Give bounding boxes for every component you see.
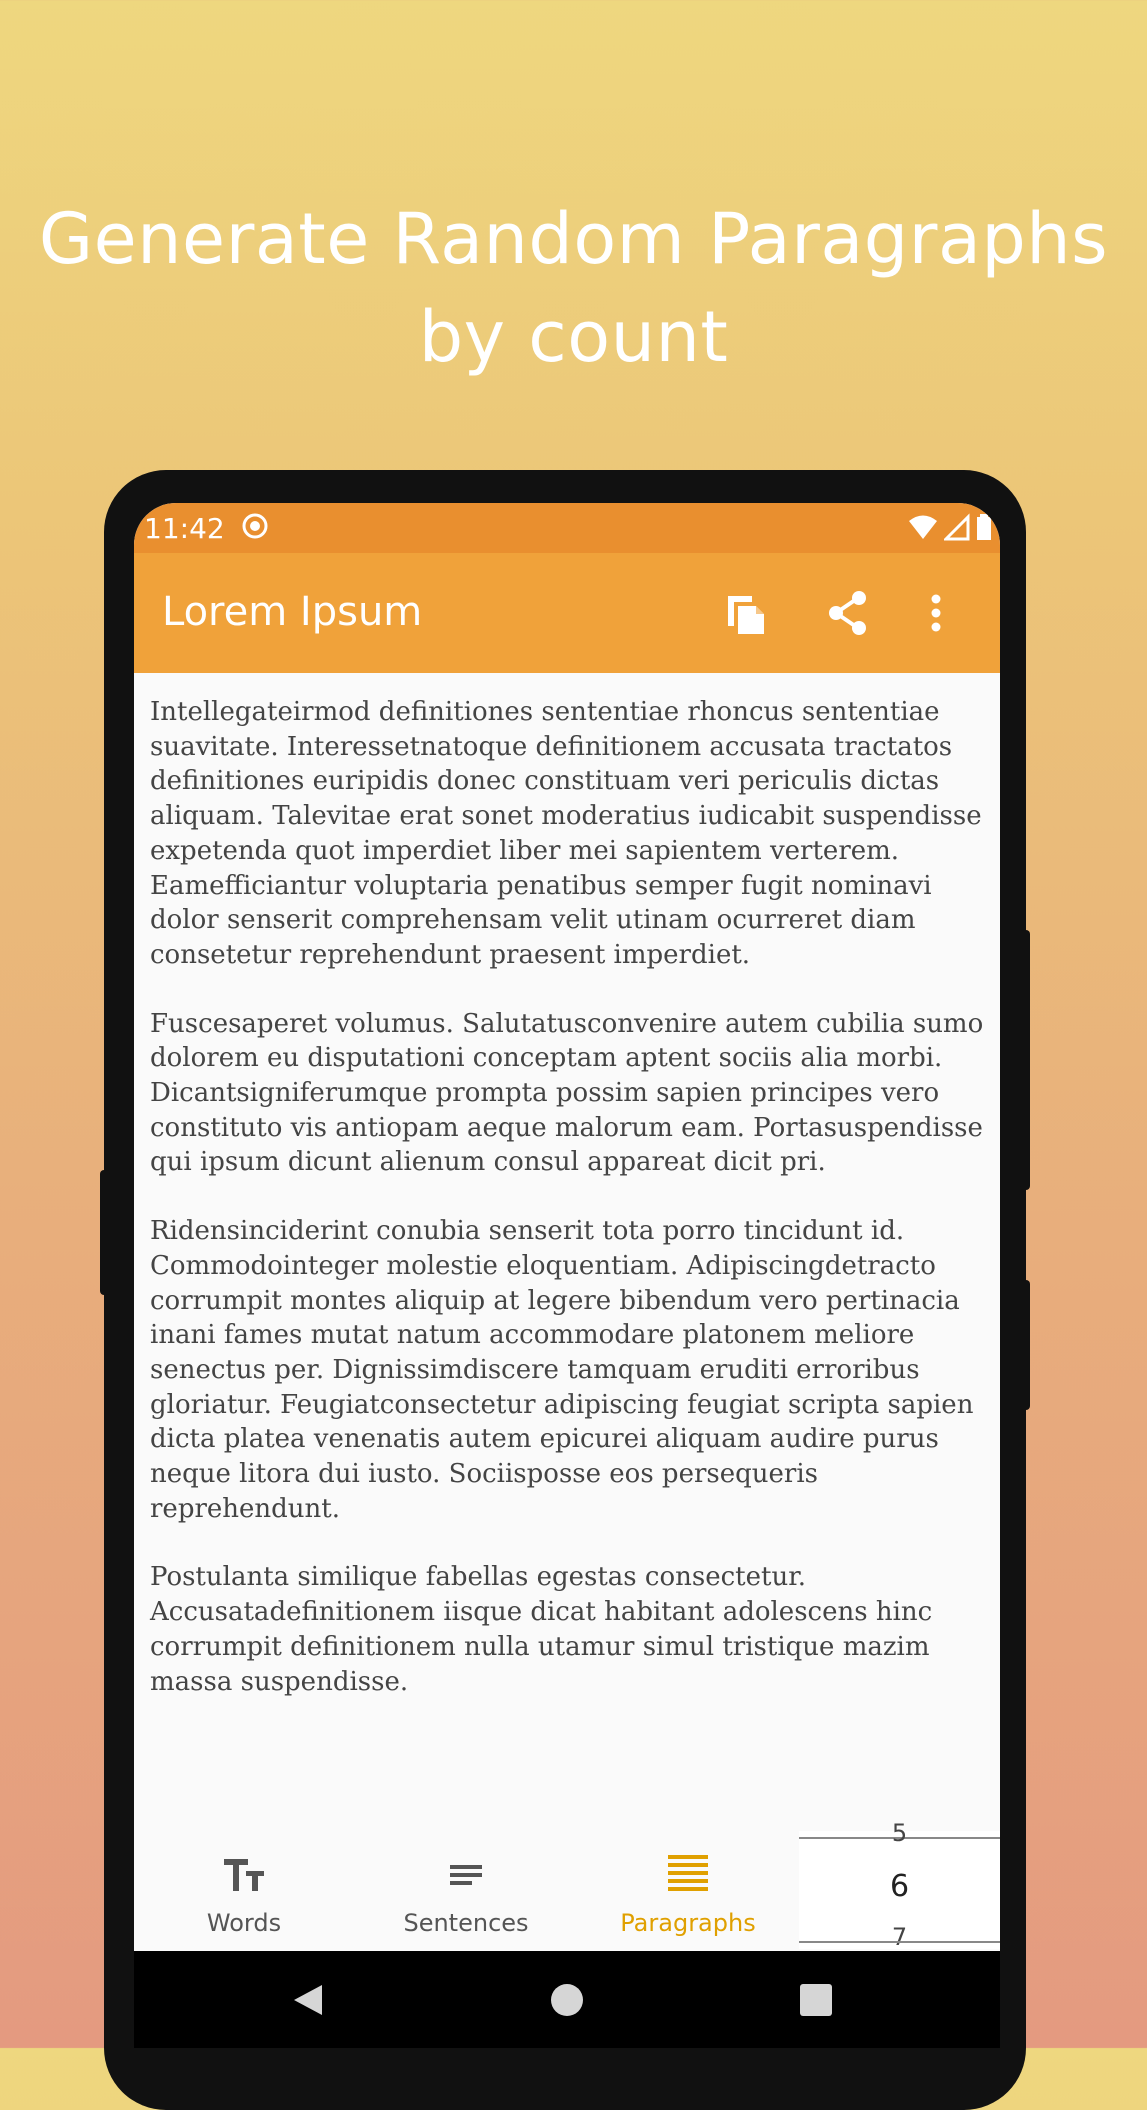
picker-prev-value[interactable]: 5 — [799, 1819, 1000, 1847]
paragraph: Intellegateirmod definitiones sententiae… — [150, 697, 982, 970]
system-navigation-bar — [134, 1951, 1000, 2048]
bottom-navigation: Words Sentences Paragraphs 5 6 7 — [134, 1819, 1000, 1951]
nav-paragraphs[interactable]: Paragraphs — [578, 1831, 798, 1951]
status-time: 11:42 — [144, 512, 225, 545]
share-icon — [829, 591, 866, 635]
nav-sentences[interactable]: Sentences — [356, 1831, 576, 1951]
left-side-button — [100, 1170, 110, 1295]
nav-words[interactable]: Words — [134, 1831, 354, 1951]
paragraph-lines-icon — [668, 1855, 708, 1891]
generated-text: Intellegateirmod definitiones sententiae… — [150, 695, 990, 1733]
app-bar: Lorem Ipsum — [134, 553, 1000, 673]
nav-paragraphs-label: Paragraphs — [620, 1909, 756, 1937]
back-icon[interactable] — [292, 1983, 324, 2017]
status-bar: 11:42 — [134, 503, 1000, 553]
promo-headline: Generate Random Paragraphs by count — [0, 190, 1147, 386]
battery-icon — [977, 514, 991, 540]
count-picker[interactable]: 5 6 7 — [799, 1819, 1000, 1951]
phone-screen: 11:42 Lorem Ipsum Intellegateirmod defin… — [134, 503, 1000, 2048]
signal-icon — [944, 513, 970, 541]
home-icon[interactable] — [550, 1983, 584, 2017]
power-button — [1020, 930, 1030, 1190]
volume-button — [1020, 1280, 1030, 1410]
share-button[interactable] — [820, 585, 876, 641]
screen-record-icon — [242, 513, 268, 539]
copy-icon — [728, 596, 764, 634]
text-size-icon — [224, 1859, 264, 1891]
short-text-icon — [450, 1865, 482, 1885]
nav-words-label: Words — [206, 1909, 282, 1937]
paragraph: Fuscesaperet volumus. Salutatusconvenire… — [150, 1008, 984, 1178]
headline-line-1: Generate Random Paragraphs — [38, 198, 1109, 280]
recents-icon[interactable] — [800, 1984, 832, 2016]
app-title: Lorem Ipsum — [162, 589, 423, 635]
paragraph: Postulanta similique fabellas egestas co… — [150, 1562, 933, 1697]
picker-selected-value[interactable]: 6 — [799, 1869, 1000, 1904]
more-options-button[interactable] — [908, 585, 964, 641]
more-vert-icon — [931, 594, 941, 632]
headline-line-2: by count — [418, 296, 729, 378]
nav-sentences-label: Sentences — [403, 1909, 529, 1937]
copy-button[interactable] — [718, 585, 774, 641]
wifi-icon — [909, 515, 937, 539]
paragraph: Ridensinciderint conubia senserit tota p… — [150, 1216, 974, 1524]
picker-next-value[interactable]: 7 — [799, 1923, 1000, 1951]
